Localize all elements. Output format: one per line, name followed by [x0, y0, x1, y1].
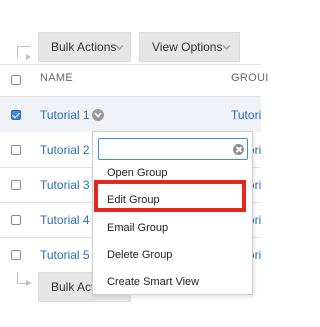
clear-icon[interactable]	[233, 144, 244, 155]
view-options-label: View Options	[152, 40, 223, 54]
row-checkbox[interactable]	[11, 215, 21, 225]
tree-arrow-icon	[26, 280, 31, 286]
row-checkbox[interactable]	[11, 110, 21, 120]
context-menu: Open Group Edit Group Email Group Delete…	[92, 131, 253, 295]
top-toolbar: Bulk Actions View Options	[0, 30, 261, 66]
row-checkbox[interactable]	[11, 145, 21, 155]
chevron-down-icon	[222, 44, 231, 51]
select-all-checkbox[interactable]	[11, 75, 21, 85]
row-checkbox[interactable]	[11, 250, 21, 260]
bulk-actions-label: Bulk Actions	[51, 40, 117, 54]
row-group-link[interactable]: Tutori	[231, 108, 261, 122]
context-menu-search-input[interactable]	[98, 138, 248, 160]
row-name-link[interactable]: Tutorial 4	[40, 213, 90, 227]
row-name-link[interactable]: Tutorial 5	[40, 248, 90, 262]
column-header-group[interactable]: GROUI	[231, 72, 269, 84]
table-row: Tutorial 1 Tutori	[0, 97, 261, 132]
menu-item-create-smart-view[interactable]: Create Smart View	[93, 269, 252, 295]
column-header-name[interactable]: NAME	[40, 72, 73, 84]
row-name-link[interactable]: Tutorial 1	[40, 108, 90, 122]
menu-item-delete-group[interactable]: Delete Group	[93, 242, 252, 268]
row-name-link[interactable]: Tutorial 2	[40, 143, 90, 157]
chevron-down-icon	[115, 44, 124, 51]
highlight-annotation	[94, 180, 246, 212]
view-options-button[interactable]: View Options	[139, 32, 240, 62]
tree-arrow-icon	[26, 54, 31, 60]
header-top-border	[0, 64, 261, 65]
menu-item-email-group[interactable]: Email Group	[93, 215, 252, 241]
context-menu-icon[interactable]	[92, 109, 104, 121]
bulk-actions-button[interactable]: Bulk Actions	[38, 32, 131, 62]
row-name-link[interactable]: Tutorial 3	[40, 178, 90, 192]
row-checkbox[interactable]	[11, 180, 21, 190]
